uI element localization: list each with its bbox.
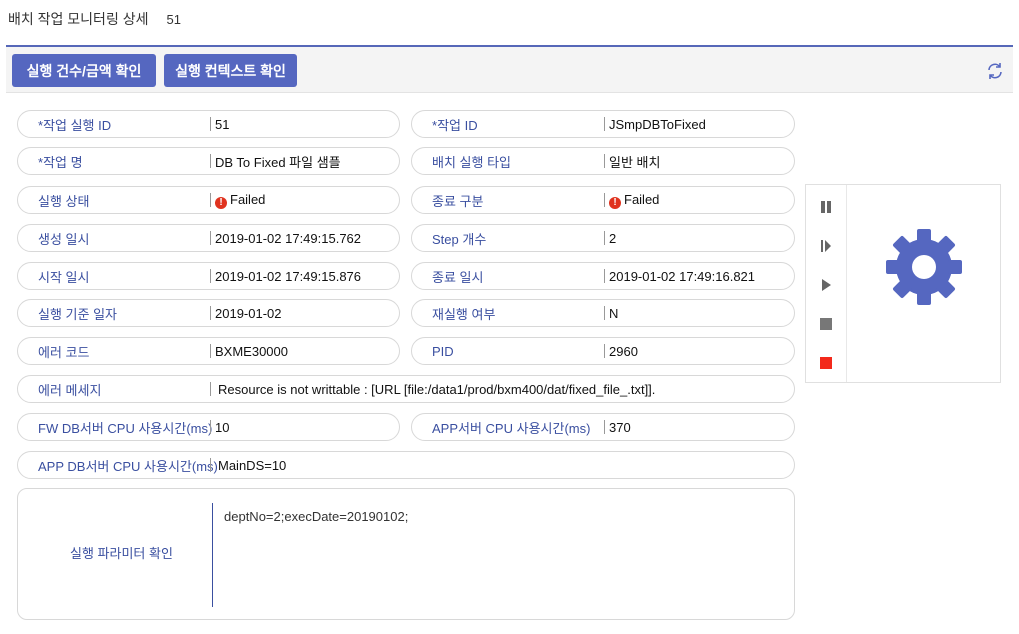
field-label: APP서버 CPU 사용시간(ms) [432,420,591,436]
field-value: 10 [215,419,230,435]
field-label: 작업 실행 ID [43,117,112,133]
field-end-at: 종료 일시 2019-01-02 17:49:16.821 [411,262,795,290]
field-exec-id: *작업 실행 ID 51 [17,110,400,138]
status-value: Failed [624,191,660,207]
field-label: 생성 일시 [38,231,90,247]
field-value: JSmpDBToFixed [609,116,706,132]
field-start-at: 시작 일시 2019-01-02 17:49:15.876 [17,262,400,290]
field-label: 작업 ID [437,117,478,133]
field-step-count: Step 개수 2 [411,224,795,252]
page-count: 51 [166,11,181,27]
field-label: FW DB서버 CPU 사용시간(ms) [38,420,213,436]
pause-button[interactable] [806,187,846,226]
field-value: BXME30000 [215,343,288,359]
field-label: Step 개수 [432,231,487,247]
field-label: 시작 일시 [38,269,90,285]
field-value: 51 [215,116,230,132]
play-button[interactable] [806,265,846,304]
field-pid: PID 2960 [411,337,795,365]
kill-icon [820,356,832,369]
play-icon [822,278,831,291]
field-error-message: 에러 메세지 Resource is not writtable : [URL … [17,375,795,403]
field-app-cpu: APP서버 CPU 사용시간(ms) 370 [411,413,795,441]
field-label: 작업 명 [43,154,83,170]
field-exec-status: 실행 상태 ! Failed [17,186,400,214]
field-app-db-cpu: APP DB서버 CPU 사용시간(ms) MainDS=10 [17,451,795,479]
stop-icon [820,317,832,330]
field-error-code: 에러 코드 BXME30000 [17,337,400,365]
step-icon [821,239,831,252]
field-label: PID [432,343,454,359]
field-job-name: *작업 명 DB To Fixed 파일 샘플 [17,147,400,175]
field-label: 실행 기준 일자 [38,306,117,322]
pause-icon [821,200,831,213]
refresh-icon[interactable] [985,61,1005,81]
count-amount-button[interactable]: 실행 건수/금액 확인 [12,54,156,87]
field-label: 실행 상태 [38,193,90,209]
field-value: DB To Fixed 파일 샘플 [215,154,341,170]
gear-icon [886,229,962,305]
context-button[interactable]: 실행 컨텍스트 확인 [164,54,297,87]
step-button[interactable] [806,226,846,265]
field-label: 종료 구분 [432,193,484,209]
field-value: 2 [609,230,617,246]
field-created-at: 생성 일시 2019-01-02 17:49:15.762 [17,224,400,252]
field-value: 일반 배치 [609,154,661,170]
field-base-date: 실행 기준 일자 2019-01-02 [17,299,400,327]
page-title: 배치 작업 모니터링 상세 [8,11,149,27]
field-fw-cpu: FW DB서버 CPU 사용시간(ms) 10 [17,413,400,441]
field-value: Resource is not writtable : [URL [file:/… [218,381,656,397]
params-label: 실행 파라미터 확인 [70,546,173,561]
failed-icon: ! [609,196,621,209]
field-label: 에러 메세지 [38,382,102,398]
field-value: 2019-01-02 [215,305,282,321]
toolbar: 실행 건수/금액 확인 실행 컨텍스트 확인 [6,47,1013,93]
job-control-panel [805,184,1001,383]
stop-button[interactable] [806,304,846,343]
field-label: 종료 일시 [432,269,484,285]
field-value: 2960 [609,343,638,359]
field-value: 2019-01-02 17:49:15.876 [215,268,362,284]
status-value: Failed [230,191,266,207]
params-value[interactable]: deptNo=2;execDate=20190102; [224,509,408,524]
field-value: N [609,305,619,321]
field-label: 배치 실행 타입 [432,154,511,170]
page-header: 배치 작업 모니터링 상세 51 [8,9,181,29]
field-value: 370 [609,419,631,435]
params-panel: 실행 파라미터 확인 deptNo=2;execDate=20190102; [17,488,795,620]
field-job-id: *작업 ID JSmpDBToFixed [411,110,795,138]
field-batch-type: 배치 실행 타입 일반 배치 [411,147,795,175]
failed-icon: ! [215,196,227,209]
field-end-type: 종료 구분 ! Failed [411,186,795,214]
kill-button[interactable] [806,343,846,382]
field-value: MainDS=10 [218,457,287,473]
field-label: 재실행 여부 [432,306,496,322]
field-label: APP DB서버 CPU 사용시간(ms) [38,458,218,474]
field-value: 2019-01-02 17:49:16.821 [609,268,756,284]
field-label: 에러 코드 [38,344,90,360]
field-rerun: 재실행 여부 N [411,299,795,327]
field-value: 2019-01-02 17:49:15.762 [215,230,362,246]
